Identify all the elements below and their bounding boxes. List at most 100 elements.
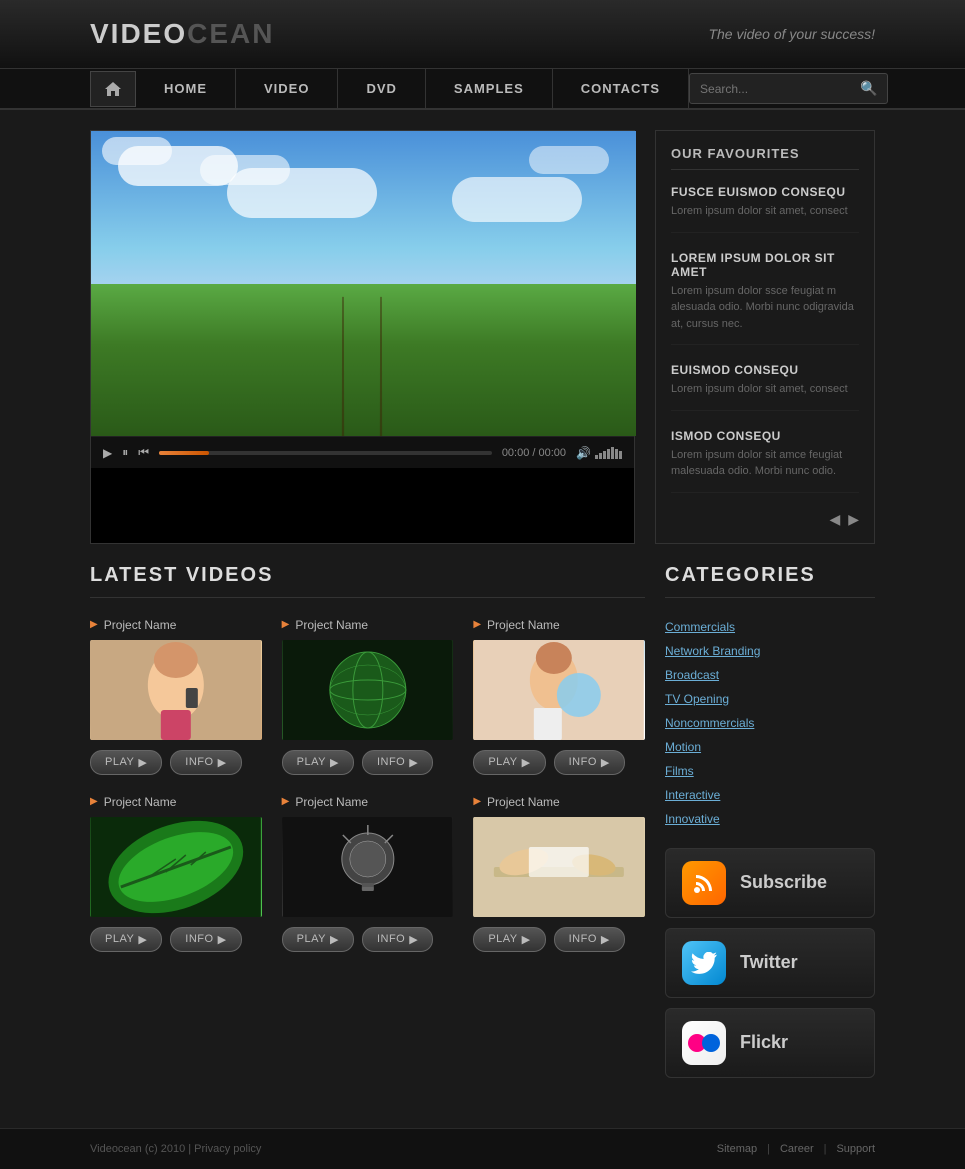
cat-item-tvopening: TV Opening (665, 690, 875, 708)
flickr-label: Flickr (740, 1032, 788, 1053)
footer-sitemap[interactable]: Sitemap (717, 1143, 757, 1155)
footer-support[interactable]: Support (836, 1143, 875, 1155)
footer: Videocean (c) 2010 | Privacy policy Site… (0, 1128, 965, 1169)
card-4-title: Project Name (104, 795, 177, 809)
nav-contacts[interactable]: CONTACTS (553, 69, 689, 108)
fav-item-3: EUISMOD CONSEQU Lorem ipsum dolor sit am… (671, 363, 859, 411)
cat-link-commercials[interactable]: Commercials (665, 620, 735, 634)
nav-items: HOME VIDEO DVD SAMPLES CONTACTS (136, 69, 689, 108)
logo-video: VIDEO (90, 18, 187, 49)
categories-title: CATEGORIES (665, 564, 875, 598)
cloud5 (452, 177, 582, 222)
fav-item-2-desc: Lorem ipsum dolor ssce feugiat m alesuad… (671, 283, 859, 333)
video-card-4: ▶ Project Name PLAY ▶ (90, 795, 262, 952)
social-buttons: Subscribe Twitter Flickr (665, 848, 875, 1078)
rss-icon (682, 861, 726, 905)
cat-link-noncommercials[interactable]: Noncommercials (665, 716, 754, 730)
nav-home[interactable]: HOME (136, 69, 236, 108)
flickr-blue-dot (702, 1034, 720, 1052)
footer-links: Sitemap | Career | Support (717, 1143, 875, 1155)
card-3-play-button[interactable]: PLAY ▶ (473, 750, 545, 775)
home-icon-btn[interactable] (90, 71, 136, 107)
subscribe-label: Subscribe (740, 872, 827, 893)
card-4-thumb (90, 817, 262, 917)
fav-item-1-desc: Lorem ipsum dolor sit amet, consect (671, 203, 859, 220)
arrow-icon-2: ▶ (282, 619, 290, 630)
video-controls: ▶ ⏸ ⏮ 00:00 / 00:00 🔊 (91, 436, 634, 468)
nav-video[interactable]: VIDEO (236, 69, 338, 108)
footer-sep-2: | (824, 1143, 827, 1155)
twitter-icon (682, 941, 726, 985)
card-3-btns: PLAY ▶ INFO ▶ (473, 750, 645, 775)
cat-link-interactive[interactable]: Interactive (665, 788, 720, 802)
favourites: OUR FAVOURITES FUSCE EUISMOD CONSEQU Lor… (655, 130, 875, 544)
subscribe-button[interactable]: Subscribe (665, 848, 875, 918)
card-2-btns: PLAY ▶ INFO ▶ (282, 750, 454, 775)
vol-bar-7 (619, 451, 622, 459)
flickr-button[interactable]: Flickr (665, 1008, 875, 1078)
search-box[interactable]: 🔍 (689, 73, 888, 104)
fav-item-4-desc: Lorem ipsum dolor sit amce feugiat males… (671, 447, 859, 480)
volume-area: 🔊 (576, 446, 622, 460)
card-6-info-button[interactable]: INFO ▶ (554, 927, 625, 952)
nav: HOME VIDEO DVD SAMPLES CONTACTS 🔍 (0, 69, 965, 110)
card-6-btns: PLAY ▶ INFO ▶ (473, 927, 645, 952)
cat-link-films[interactable]: Films (665, 764, 694, 778)
card-4-info-button[interactable]: INFO ▶ (170, 927, 241, 952)
vol-bar-5 (611, 447, 614, 459)
video-card-6: ▶ Project Name PLAY ▶ INFO ▶ (473, 795, 645, 952)
arrow-icon-3: ▶ (473, 619, 481, 630)
cat-link-motion[interactable]: Motion (665, 740, 701, 754)
card-3-thumb (473, 640, 645, 740)
card-1-play-button[interactable]: PLAY ▶ (90, 750, 162, 775)
fav-item-1-title: FUSCE EUISMOD CONSEQU (671, 185, 859, 199)
card-3-info-button[interactable]: INFO ▶ (554, 750, 625, 775)
card-6-thumb (473, 817, 645, 917)
cat-link-tvopening[interactable]: TV Opening (665, 692, 729, 706)
fav-prev-button[interactable]: ◀ (829, 511, 840, 528)
vol-bar-4 (607, 449, 610, 459)
card-2-info-button[interactable]: INFO ▶ (362, 750, 433, 775)
cat-link-innovative[interactable]: Innovative (665, 812, 720, 826)
video-card-2: ▶ Project Name PLAY ▶ INFO ▶ (282, 618, 454, 775)
category-list: Commercials Network Branding Broadcast T… (665, 618, 875, 828)
card-5-play-button[interactable]: PLAY ▶ (282, 927, 354, 952)
progress-bar[interactable] (159, 451, 492, 455)
header: VIDEOCEAN The video of your success! (0, 0, 965, 69)
cat-item-motion: Motion (665, 738, 875, 756)
cat-item-commercials: Commercials (665, 618, 875, 636)
section-container: LATEST VIDEOS ▶ Project Name (0, 544, 965, 1108)
twitter-button[interactable]: Twitter (665, 928, 875, 998)
play-button[interactable]: ▶ (103, 446, 112, 460)
card-5-info-button[interactable]: INFO ▶ (362, 927, 433, 952)
search-input[interactable] (700, 82, 860, 96)
cloud4 (200, 155, 290, 185)
arrow-icon-5: ▶ (282, 796, 290, 807)
nav-dvd[interactable]: DVD (338, 69, 425, 108)
volume-icon[interactable]: 🔊 (576, 446, 591, 460)
card-2-thumb (282, 640, 454, 740)
card-2-play-button[interactable]: PLAY ▶ (282, 750, 354, 775)
twitter-label: Twitter (740, 952, 798, 973)
cloud2 (102, 137, 172, 165)
cat-link-network[interactable]: Network Branding (665, 644, 760, 658)
tagline: The video of your success! (708, 26, 875, 42)
fav-next-button[interactable]: ▶ (848, 511, 859, 528)
video-grid: ▶ Project Name PLAY ▶ INFO ▶ (90, 618, 645, 952)
categories-section: CATEGORIES Commercials Network Branding … (665, 564, 875, 1088)
pause-button[interactable]: ⏸ (122, 445, 128, 460)
cat-link-broadcast[interactable]: Broadcast (665, 668, 719, 682)
footer-career[interactable]: Career (780, 1143, 814, 1155)
logo-ocean: CEAN (187, 18, 274, 49)
card-1-info-button[interactable]: INFO ▶ (170, 750, 241, 775)
cat-item-noncommercials: Noncommercials (665, 714, 875, 732)
card-4-play-button[interactable]: PLAY ▶ (90, 927, 162, 952)
path-right (380, 296, 382, 436)
time-display: 00:00 / 00:00 (502, 447, 566, 459)
nav-samples[interactable]: SAMPLES (426, 69, 553, 108)
fav-item-4: ISMOD CONSEQU Lorem ipsum dolor sit amce… (671, 429, 859, 493)
card-2-title: Project Name (295, 618, 368, 632)
stop-button[interactable]: ⏮ (138, 445, 149, 460)
card-6-play-button[interactable]: PLAY ▶ (473, 927, 545, 952)
arrow-icon: ▶ (90, 619, 98, 630)
